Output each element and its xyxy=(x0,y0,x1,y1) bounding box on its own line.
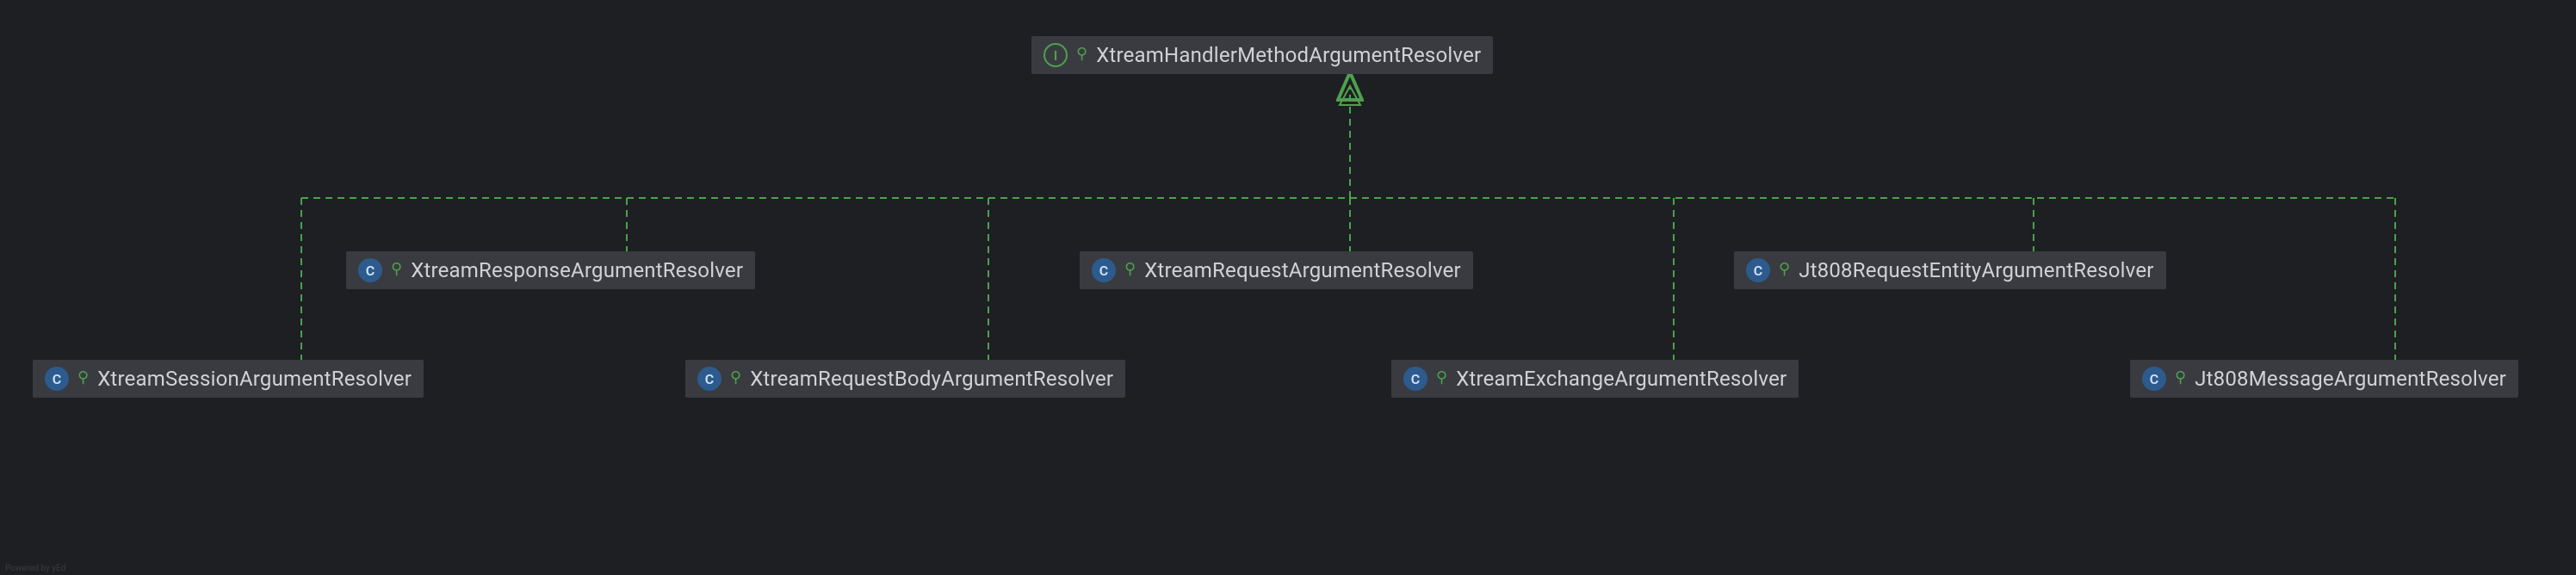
diagram-canvas: I ⚲ XtreamHandlerMethodArgumentResolver … xyxy=(0,0,2576,575)
unlock-icon: ⚲ xyxy=(391,262,402,277)
node-class-jt808-message-resolver[interactable]: C ⚲ Jt808MessageArgumentResolver xyxy=(2130,360,2518,398)
class-icon: C xyxy=(697,367,721,391)
node-class-jt808-entity-resolver[interactable]: C ⚲ Jt808RequestEntityArgumentResolver xyxy=(1734,251,2166,289)
class-icon: C xyxy=(45,367,69,391)
node-label: XtreamRequestArgumentResolver xyxy=(1144,258,1461,282)
class-icon: C xyxy=(1403,367,1427,391)
node-class-response-resolver[interactable]: C ⚲ XtreamResponseArgumentResolver xyxy=(346,251,755,289)
node-label: XtreamResponseArgumentResolver xyxy=(411,258,743,282)
node-label: XtreamHandlerMethodArgumentResolver xyxy=(1096,43,1481,67)
node-label: Jt808RequestEntityArgumentResolver xyxy=(1799,258,2153,282)
node-label: XtreamExchangeArgumentResolver xyxy=(1456,367,1786,391)
node-class-session-resolver[interactable]: C ⚲ XtreamSessionArgumentResolver xyxy=(33,360,424,398)
unlock-icon: ⚲ xyxy=(1779,262,1790,277)
class-icon: C xyxy=(358,258,382,282)
footer-attribution: Powered by yEd xyxy=(5,564,65,573)
node-class-request-body-resolver[interactable]: C ⚲ XtreamRequestBodyArgumentResolver xyxy=(685,360,1125,398)
class-icon: C xyxy=(1746,258,1770,282)
class-icon: C xyxy=(2142,367,2166,391)
node-label: XtreamRequestBodyArgumentResolver xyxy=(750,367,1113,391)
unlock-icon: ⚲ xyxy=(1436,370,1447,386)
unlock-icon: ⚲ xyxy=(1076,46,1087,62)
node-class-exchange-resolver[interactable]: C ⚲ XtreamExchangeArgumentResolver xyxy=(1391,360,1799,398)
class-icon: C xyxy=(1092,258,1116,282)
node-root-interface[interactable]: I ⚲ XtreamHandlerMethodArgumentResolver xyxy=(1031,36,1493,74)
unlock-icon: ⚲ xyxy=(77,370,89,386)
unlock-icon: ⚲ xyxy=(2175,370,2186,386)
node-label: XtreamSessionArgumentResolver xyxy=(97,367,412,391)
node-label: Jt808MessageArgumentResolver xyxy=(2195,367,2506,391)
node-class-request-resolver[interactable]: C ⚲ XtreamRequestArgumentResolver xyxy=(1080,251,1473,289)
unlock-icon: ⚲ xyxy=(730,370,741,386)
unlock-icon: ⚲ xyxy=(1124,262,1136,277)
interface-icon: I xyxy=(1043,43,1068,67)
